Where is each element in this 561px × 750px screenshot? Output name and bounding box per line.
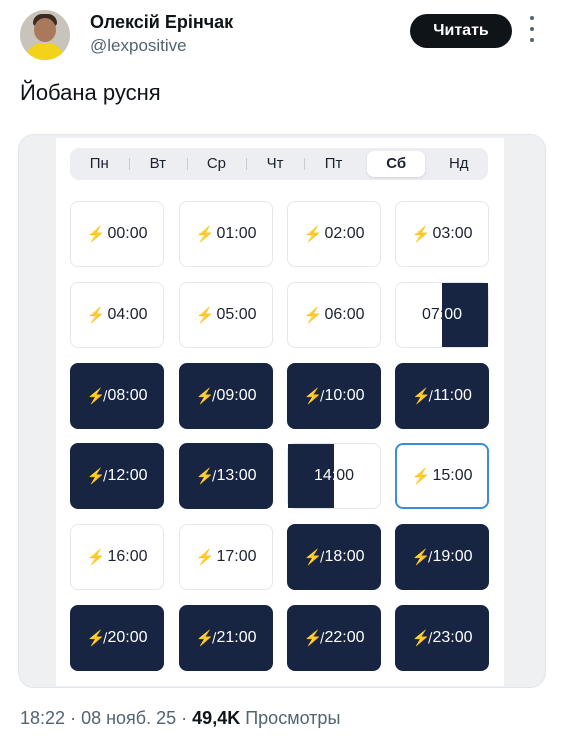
tab-day-1[interactable]: Вт [128, 151, 188, 177]
hour-slot[interactable]: ⚡̸ 21:00 [179, 605, 273, 671]
hour-slot[interactable]: ⚡ 03:00 [395, 201, 489, 267]
hour-slot[interactable]: ⚡ 04:00 [70, 282, 164, 348]
day-tabs: Пн Вт Ср Чт Пт Сб Нд [70, 148, 488, 180]
hour-slot[interactable]: ⚡ 15:00 [395, 443, 489, 509]
crossed-out-lightning-icon: ⚡̸ [86, 468, 106, 485]
lightning-bolt-icon: ⚡ [303, 226, 323, 243]
post-date[interactable]: 08 нояб. 25 [81, 708, 176, 728]
views-label: Просмотры [245, 708, 341, 728]
tab-day-6[interactable]: Нд [429, 151, 488, 177]
hour-slot[interactable]: ⚡̸ 18:00 [287, 524, 381, 590]
hour-slot[interactable]: ⚡̸ 20:00 [70, 605, 164, 671]
tab-day-0[interactable]: Пн [70, 151, 129, 177]
hour-label: 12:00 [107, 467, 148, 484]
hour-slot[interactable]: ⚡ 00:00 [70, 201, 164, 267]
lightning-bolt-icon: ⚡ [195, 549, 215, 566]
author-handle[interactable]: @lexpositive [90, 36, 187, 56]
hour-slot[interactable]: ⚡̸ 23:00 [395, 605, 489, 671]
hour-label: 16:00 [107, 548, 148, 565]
hour-label: 17:00 [216, 548, 257, 565]
tab-day-5[interactable]: Сб [366, 151, 426, 177]
hour-label: 21:00 [216, 629, 257, 646]
hour-label: 14:00 [313, 467, 355, 484]
hour-label: 23:00 [432, 629, 473, 646]
hour-label: 15:00 [432, 467, 473, 484]
tab-day-4[interactable]: Пт [304, 151, 363, 177]
author-name[interactable]: Олексій Ерінчак [90, 12, 233, 33]
hour-slot[interactable]: ⚡̸ 22:00 [287, 605, 381, 671]
hour-slot[interactable]: ⚡ 06:00 [287, 282, 381, 348]
lightning-bolt-icon: ⚡ [86, 549, 106, 566]
tab-day-3[interactable]: Чт [245, 151, 305, 177]
hour-slot[interactable]: ⚡ 05:00 [179, 282, 273, 348]
views-count: 49,4K [192, 708, 241, 728]
crossed-out-lightning-icon: ⚡̸ [303, 388, 323, 405]
hour-label: 05:00 [216, 306, 257, 323]
hour-label: 01:00 [216, 225, 257, 242]
more-options-icon[interactable] [528, 16, 536, 42]
hour-slot[interactable]: ⚡̸ 11:00 [395, 363, 489, 429]
meta-separator: · [181, 708, 188, 728]
tab-day-2[interactable]: Ср [187, 151, 246, 177]
hour-label: 18:00 [324, 548, 365, 565]
hour-label: 03:00 [432, 225, 473, 242]
avatar[interactable] [20, 10, 70, 60]
hour-label: 09:00 [216, 387, 257, 404]
hour-label: 11:00 [433, 387, 472, 404]
crossed-out-lightning-icon: ⚡̸ [412, 388, 431, 405]
hour-slot[interactable]: ⚡ 01:00 [179, 201, 273, 267]
hour-label: 04:00 [107, 306, 148, 323]
hour-slot[interactable]: ⚡̸ 08:00 [70, 363, 164, 429]
lightning-bolt-icon: ⚡ [411, 226, 431, 243]
hour-label: 07:00 [421, 306, 463, 323]
hour-label: 19:00 [432, 548, 473, 565]
lightning-bolt-icon: ⚡ [195, 307, 215, 324]
lightning-bolt-icon: ⚡ [411, 468, 431, 485]
hour-label: 10:00 [324, 387, 365, 404]
lightning-bolt-icon: ⚡ [303, 307, 323, 324]
tweet-text: Йобана русня [20, 80, 161, 105]
avatar-shirt [26, 43, 64, 60]
crossed-out-lightning-icon: ⚡̸ [86, 388, 106, 405]
hour-label: 13:00 [216, 467, 257, 484]
crossed-out-lightning-icon: ⚡̸ [411, 630, 431, 647]
crossed-out-lightning-icon: ⚡̸ [195, 630, 215, 647]
crossed-out-lightning-icon: ⚡̸ [86, 630, 106, 647]
hour-label: 06:00 [324, 306, 365, 323]
avatar-face [34, 18, 56, 42]
post-time[interactable]: 18:22 [20, 708, 65, 728]
hour-slot[interactable]: ⚡̸ 09:00 [179, 363, 273, 429]
meta-separator: · [70, 708, 77, 728]
crossed-out-lightning-icon: ⚡̸ [303, 630, 323, 647]
hour-label: 08:00 [107, 387, 148, 404]
hour-slot[interactable]: 14:00 [287, 443, 381, 509]
hour-slot[interactable]: ⚡̸ 19:00 [395, 524, 489, 590]
hour-slot[interactable]: ⚡̸ 10:00 [287, 363, 381, 429]
lightning-bolt-icon: ⚡ [86, 307, 106, 324]
tweet-meta: 18:22 · 08 нояб. 25 · 49,4K Просмотры [20, 708, 340, 729]
lightning-bolt-icon: ⚡ [195, 226, 215, 243]
hour-slot[interactable]: ⚡ 02:00 [287, 201, 381, 267]
hour-label: 02:00 [324, 225, 365, 242]
crossed-out-lightning-icon: ⚡̸ [195, 388, 215, 405]
crossed-out-lightning-icon: ⚡̸ [411, 549, 431, 566]
hour-label: 00:00 [107, 225, 148, 242]
hour-slot[interactable]: ⚡̸ 12:00 [70, 443, 164, 509]
lightning-bolt-icon: ⚡ [86, 226, 106, 243]
hour-slot[interactable]: 07:00 [395, 282, 489, 348]
follow-button[interactable]: Читать [410, 14, 512, 48]
crossed-out-lightning-icon: ⚡̸ [303, 549, 323, 566]
crossed-out-lightning-icon: ⚡̸ [195, 468, 215, 485]
hour-label: 20:00 [107, 629, 148, 646]
hour-label: 22:00 [324, 629, 365, 646]
hour-slot[interactable]: ⚡ 17:00 [179, 524, 273, 590]
hour-slot[interactable]: ⚡̸ 13:00 [179, 443, 273, 509]
hour-slot[interactable]: ⚡ 16:00 [70, 524, 164, 590]
